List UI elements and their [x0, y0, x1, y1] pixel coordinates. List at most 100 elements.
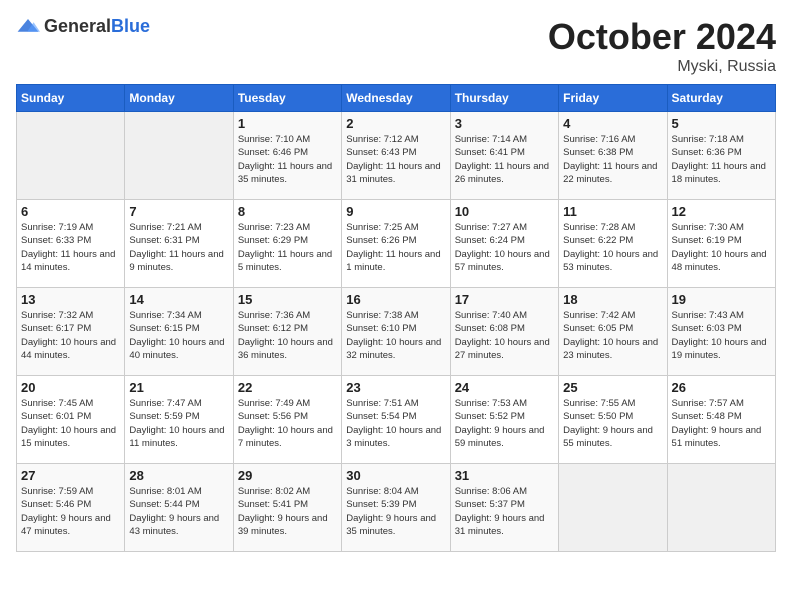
month-title: October 2024	[548, 16, 776, 58]
day-number: 14	[129, 292, 228, 307]
day-detail: Sunrise: 7:49 AM Sunset: 5:56 PM Dayligh…	[238, 397, 337, 450]
calendar-cell: 18Sunrise: 7:42 AM Sunset: 6:05 PM Dayli…	[559, 288, 667, 376]
day-detail: Sunrise: 7:21 AM Sunset: 6:31 PM Dayligh…	[129, 221, 228, 274]
calendar-cell: 24 Sunrise: 7:53 AM Sunset: 5:52 PM Dayli…	[450, 376, 558, 464]
day-number: 20	[21, 380, 120, 395]
day-detail: Sunrise: 7:51 AM Sunset: 5:54 PM Dayligh…	[346, 397, 445, 450]
day-number: 12	[672, 204, 771, 219]
calendar-cell	[559, 464, 667, 552]
calendar-table: SundayMondayTuesdayWednesdayThursdayFrid…	[16, 84, 776, 552]
calendar-cell: 28 Sunrise: 8:01 AM Sunset: 5:44 PM Dayli…	[125, 464, 233, 552]
day-detail: Sunrise: 7:53 AM Sunset: 5:52 PM Dayligh…	[455, 397, 554, 450]
day-detail: Sunrise: 7:57 AM Sunset: 5:48 PM Dayligh…	[672, 397, 771, 450]
day-number: 22	[238, 380, 337, 395]
day-number: 6	[21, 204, 120, 219]
day-number: 9	[346, 204, 445, 219]
day-detail: Sunrise: 8:06 AM Sunset: 5:37 PM Dayligh…	[455, 485, 554, 538]
calendar-cell: 22 Sunrise: 7:49 AM Sunset: 5:56 PM Dayli…	[233, 376, 341, 464]
day-detail: Sunrise: 7:27 AM Sunset: 6:24 PM Dayligh…	[455, 221, 554, 274]
day-detail: Sunrise: 7:55 AM Sunset: 5:50 PM Dayligh…	[563, 397, 662, 450]
calendar-cell: 19 Sunrise: 7:43 AM Sunset: 6:03 PM Dayli…	[667, 288, 775, 376]
day-number: 5	[672, 116, 771, 131]
day-number: 26	[672, 380, 771, 395]
location-title: Myski, Russia	[548, 58, 776, 76]
day-detail: Sunrise: 7:25 AM Sunset: 6:26 PM Dayligh…	[346, 221, 445, 274]
column-header-friday: Friday	[559, 85, 667, 112]
day-number: 1	[238, 116, 337, 131]
calendar-cell: 9 Sunrise: 7:25 AM Sunset: 6:26 PM Daylig…	[342, 200, 450, 288]
week-row-2: 6 Sunrise: 7:19 AM Sunset: 6:33 PM Daylig…	[17, 200, 776, 288]
calendar-cell	[17, 112, 125, 200]
calendar-cell: 16Sunrise: 7:38 AM Sunset: 6:10 PM Dayli…	[342, 288, 450, 376]
calendar-cell: 17Sunrise: 7:40 AM Sunset: 6:08 PM Dayli…	[450, 288, 558, 376]
column-header-monday: Monday	[125, 85, 233, 112]
day-detail: Sunrise: 7:23 AM Sunset: 6:29 PM Dayligh…	[238, 221, 337, 274]
column-header-thursday: Thursday	[450, 85, 558, 112]
day-detail: Sunrise: 7:47 AM Sunset: 5:59 PM Dayligh…	[129, 397, 228, 450]
calendar-cell: 10 Sunrise: 7:27 AM Sunset: 6:24 PM Dayli…	[450, 200, 558, 288]
day-number: 7	[129, 204, 228, 219]
column-header-wednesday: Wednesday	[342, 85, 450, 112]
day-detail: Sunrise: 7:12 AM Sunset: 6:43 PM Dayligh…	[346, 133, 445, 186]
day-number: 8	[238, 204, 337, 219]
column-header-saturday: Saturday	[667, 85, 775, 112]
calendar-cell	[125, 112, 233, 200]
day-detail: Sunrise: 7:14 AM Sunset: 6:41 PM Dayligh…	[455, 133, 554, 186]
day-detail: Sunrise: 7:59 AM Sunset: 5:46 PM Dayligh…	[21, 485, 120, 538]
day-number: 24	[455, 380, 554, 395]
header-row: SundayMondayTuesdayWednesdayThursdayFrid…	[17, 85, 776, 112]
day-number: 10	[455, 204, 554, 219]
calendar-cell: 14 Sunrise: 7:34 AM Sunset: 6:15 PM Dayli…	[125, 288, 233, 376]
calendar-cell: 3 Sunrise: 7:14 AM Sunset: 6:41 PM Daylig…	[450, 112, 558, 200]
calendar-cell: 20 Sunrise: 7:45 AM Sunset: 6:01 PM Dayli…	[17, 376, 125, 464]
calendar-cell: 5 Sunrise: 7:18 AM Sunset: 6:36 PM Daylig…	[667, 112, 775, 200]
day-number: 4	[563, 116, 662, 131]
week-row-3: 13Sunrise: 7:32 AM Sunset: 6:17 PM Dayli…	[17, 288, 776, 376]
calendar-cell: 31 Sunrise: 8:06 AM Sunset: 5:37 PM Dayli…	[450, 464, 558, 552]
day-detail: Sunrise: 8:02 AM Sunset: 5:41 PM Dayligh…	[238, 485, 337, 538]
day-number: 29	[238, 468, 337, 483]
day-number: 11	[563, 204, 662, 219]
day-number: 25	[563, 380, 662, 395]
day-detail: Sunrise: 7:30 AM Sunset: 6:19 PM Dayligh…	[672, 221, 771, 274]
calendar-cell: 2Sunrise: 7:12 AM Sunset: 6:43 PM Daylig…	[342, 112, 450, 200]
calendar-cell: 21 Sunrise: 7:47 AM Sunset: 5:59 PM Dayli…	[125, 376, 233, 464]
calendar-cell: 27 Sunrise: 7:59 AM Sunset: 5:46 PM Dayli…	[17, 464, 125, 552]
day-number: 28	[129, 468, 228, 483]
calendar-cell	[667, 464, 775, 552]
day-detail: Sunrise: 7:43 AM Sunset: 6:03 PM Dayligh…	[672, 309, 771, 362]
logo-text-general: General	[44, 16, 111, 36]
day-detail: Sunrise: 7:18 AM Sunset: 6:36 PM Dayligh…	[672, 133, 771, 186]
day-detail: Sunrise: 8:01 AM Sunset: 5:44 PM Dayligh…	[129, 485, 228, 538]
calendar-cell: 1Sunrise: 7:10 AM Sunset: 6:46 PM Daylig…	[233, 112, 341, 200]
title-area: October 2024 Myski, Russia	[548, 16, 776, 76]
day-detail: Sunrise: 7:42 AM Sunset: 6:05 PM Dayligh…	[563, 309, 662, 362]
calendar-cell: 8 Sunrise: 7:23 AM Sunset: 6:29 PM Daylig…	[233, 200, 341, 288]
day-detail: Sunrise: 7:36 AM Sunset: 6:12 PM Dayligh…	[238, 309, 337, 362]
calendar-cell: 29 Sunrise: 8:02 AM Sunset: 5:41 PM Dayli…	[233, 464, 341, 552]
calendar-cell: 30Sunrise: 8:04 AM Sunset: 5:39 PM Dayli…	[342, 464, 450, 552]
day-number: 21	[129, 380, 228, 395]
week-row-1: 1Sunrise: 7:10 AM Sunset: 6:46 PM Daylig…	[17, 112, 776, 200]
day-number: 30	[346, 468, 445, 483]
calendar-cell: 13Sunrise: 7:32 AM Sunset: 6:17 PM Dayli…	[17, 288, 125, 376]
day-number: 15	[238, 292, 337, 307]
column-header-tuesday: Tuesday	[233, 85, 341, 112]
day-number: 31	[455, 468, 554, 483]
day-detail: Sunrise: 7:19 AM Sunset: 6:33 PM Dayligh…	[21, 221, 120, 274]
day-number: 19	[672, 292, 771, 307]
day-number: 27	[21, 468, 120, 483]
page-header: GeneralBlue October 2024 Myski, Russia	[16, 16, 776, 76]
calendar-cell: 11Sunrise: 7:28 AM Sunset: 6:22 PM Dayli…	[559, 200, 667, 288]
calendar-cell: 6 Sunrise: 7:19 AM Sunset: 6:33 PM Daylig…	[17, 200, 125, 288]
day-detail: Sunrise: 7:40 AM Sunset: 6:08 PM Dayligh…	[455, 309, 554, 362]
calendar-cell: 26 Sunrise: 7:57 AM Sunset: 5:48 PM Dayli…	[667, 376, 775, 464]
day-number: 3	[455, 116, 554, 131]
calendar-cell: 12 Sunrise: 7:30 AM Sunset: 6:19 PM Dayli…	[667, 200, 775, 288]
logo: GeneralBlue	[16, 16, 150, 37]
calendar-cell: 15 Sunrise: 7:36 AM Sunset: 6:12 PM Dayli…	[233, 288, 341, 376]
day-detail: Sunrise: 7:16 AM Sunset: 6:38 PM Dayligh…	[563, 133, 662, 186]
day-detail: Sunrise: 7:45 AM Sunset: 6:01 PM Dayligh…	[21, 397, 120, 450]
calendar-cell: 25 Sunrise: 7:55 AM Sunset: 5:50 PM Dayli…	[559, 376, 667, 464]
day-detail: Sunrise: 7:34 AM Sunset: 6:15 PM Dayligh…	[129, 309, 228, 362]
